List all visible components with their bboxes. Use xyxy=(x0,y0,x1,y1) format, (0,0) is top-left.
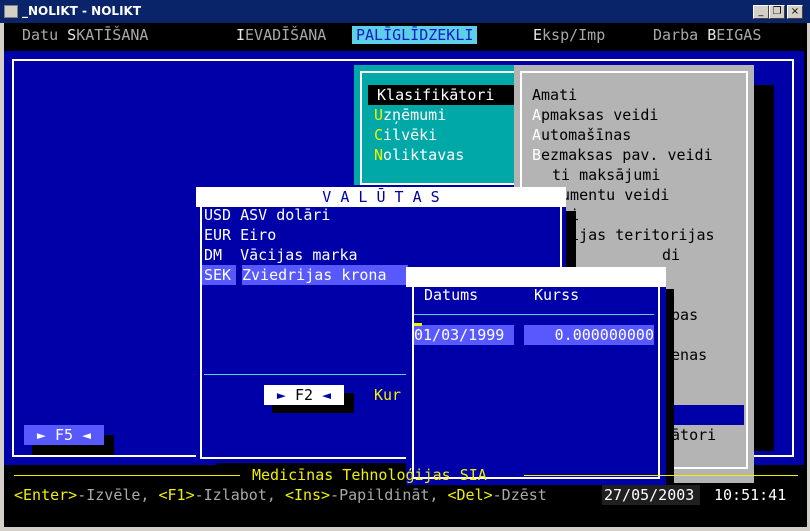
menu-darba-beigas[interactable]: Darba BEIGAS xyxy=(653,25,761,45)
submenu-item-noliktavas[interactable]: Noliktavas xyxy=(374,145,464,165)
menu-bar: Datu SKATĪŠANA IEVADĪŠANA PALĪGLĪDZEKLI … xyxy=(4,23,807,47)
currency-row-eur[interactable]: EUR Eiro xyxy=(204,225,276,245)
classifier-selected-bar[interactable] xyxy=(662,405,744,425)
kurss-date-cell[interactable]: 01/03/1999 xyxy=(414,325,514,345)
classifier-item-3[interactable]: Bezmaksas pav. veidi xyxy=(532,145,713,165)
status-time: 10:51:41 xyxy=(714,486,787,504)
valutas-partial-label: Kur xyxy=(374,386,402,404)
currency-code-sek: SEK xyxy=(202,265,236,285)
kurss-titlebar xyxy=(406,267,666,287)
minimize-button[interactable]: _ xyxy=(753,5,769,19)
key-f1[interactable]: <F1> xyxy=(159,486,195,504)
kurss-rate-cell[interactable]: 0.000000000 xyxy=(524,325,654,345)
f2-button[interactable]: ► F2 ◄ xyxy=(264,385,344,405)
currency-row-dm[interactable]: DM Vācijas marka xyxy=(204,245,358,265)
status-rule-right xyxy=(524,475,798,476)
menu-paligliidzekli[interactable]: PALĪGLĪDZEKLI xyxy=(352,25,478,45)
menu-ievadisana[interactable]: IEVADĪŠANA xyxy=(236,25,326,45)
classifier-item-0[interactable]: Amati xyxy=(532,85,577,105)
maximize-button[interactable]: ❐ xyxy=(769,5,785,19)
kurss-title: Valūtas kurss xyxy=(432,246,550,264)
status-rule-left xyxy=(14,475,240,476)
classifier-item-1[interactable]: Apmaksas veidi xyxy=(532,105,658,125)
kurss-cursor xyxy=(414,323,422,326)
kurss-col-kurss: Kurss xyxy=(534,286,580,304)
status-date: 27/05/2003 xyxy=(602,485,701,505)
classifier-item-8[interactable]: di xyxy=(662,245,680,265)
classifier-shadow xyxy=(754,85,774,451)
window-title: _NOLIKT - NOLIKT xyxy=(22,4,142,18)
app-icon[interactable] xyxy=(4,5,18,18)
currency-name-sek: Zviedrijas krona xyxy=(242,265,408,285)
kurss-col-datums: Datums xyxy=(424,286,479,304)
currency-row-sek[interactable]: SEK Zviedrijas krona xyxy=(202,265,408,285)
console-area: Datu SKATĪŠANA IEVADĪŠANA PALĪGLĪDZEKLI … xyxy=(4,23,807,527)
key-ins[interactable]: <Ins> xyxy=(285,486,330,504)
menu-eksp-imp[interactable]: Eksp/Imp xyxy=(533,25,605,45)
classifier-item-4[interactable]: ti maksājumi xyxy=(552,165,660,185)
classifier-item-5[interactable]: kumentu veidi xyxy=(552,185,669,205)
classifier-item-7[interactable]: tvijas teritorijas xyxy=(552,225,715,245)
company-name: Medicīnas Tehnoloģijas SIA xyxy=(252,466,487,484)
submenu-item-cilveki[interactable]: Cilvēki xyxy=(374,125,437,145)
key-enter[interactable]: <Enter> xyxy=(14,486,77,504)
menu-datu-skatisana[interactable]: Datu SKATĪŠANA xyxy=(22,25,148,45)
kurss-divider xyxy=(414,314,654,315)
classifier-item-2[interactable]: Automašīnas xyxy=(532,125,631,145)
valutas-title: V A L Ū T A S xyxy=(322,188,440,206)
f5-button[interactable]: ► F5 ◄ xyxy=(24,425,104,445)
submenu-item-uznemumi[interactable]: Uzņēmumi xyxy=(374,105,446,125)
currency-row-usd[interactable]: USD ASV dolāri xyxy=(204,205,330,225)
submenu-item-klasifikatori[interactable]: Klasifikātori xyxy=(368,85,514,105)
key-hints: <Enter>-Izvēle, <F1>-Izlabot, <Ins>-Papi… xyxy=(14,486,547,504)
key-del[interactable]: <Del> xyxy=(448,486,493,504)
close-button[interactable]: × xyxy=(787,5,803,19)
valutas-divider xyxy=(204,374,410,375)
